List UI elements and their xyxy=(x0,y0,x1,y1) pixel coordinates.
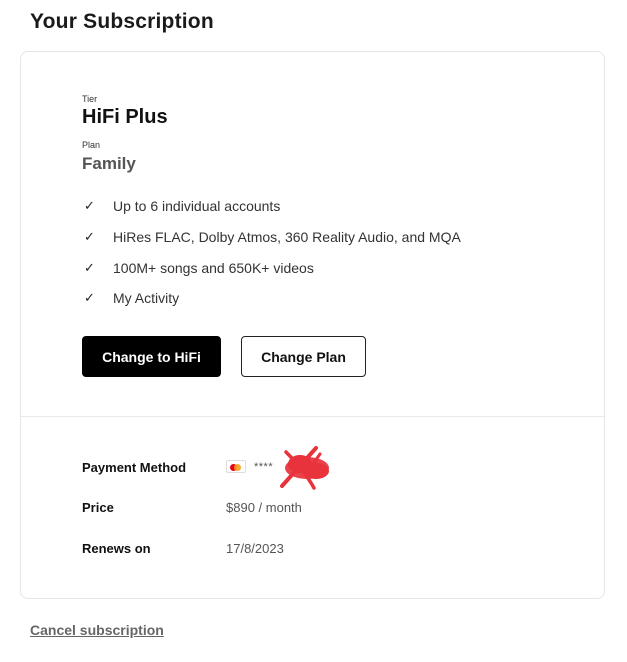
feature-text: My Activity xyxy=(113,290,180,307)
check-icon: ✓ xyxy=(84,259,95,275)
plan-name: Family xyxy=(82,154,136,173)
price-label: Price xyxy=(82,500,114,515)
price-value: $890 / month xyxy=(226,500,302,515)
plan-section: Tier HiFi Plus Plan Family ✓ Up to 6 ind… xyxy=(21,52,604,417)
feature-list: ✓ Up to 6 individual accounts ✓ HiRes FL… xyxy=(84,191,461,314)
feature-text: HiRes FLAC, Dolby Atmos, 360 Reality Aud… xyxy=(113,229,461,246)
check-icon: ✓ xyxy=(84,290,95,306)
feature-item: ✓ HiRes FLAC, Dolby Atmos, 360 Reality A… xyxy=(84,222,461,253)
feature-text: 100M+ songs and 650K+ videos xyxy=(113,259,314,276)
cancel-subscription-link[interactable]: Cancel subscription xyxy=(30,622,164,638)
feature-item: ✓ My Activity xyxy=(84,283,461,314)
redaction-scribble xyxy=(280,446,329,490)
renews-on-value: 17/8/2023 xyxy=(226,541,284,556)
check-icon: ✓ xyxy=(84,198,95,214)
check-icon: ✓ xyxy=(84,229,95,245)
page-title: Your Subscription xyxy=(30,10,214,33)
plan-label: Plan xyxy=(82,140,101,150)
tier-label: Tier xyxy=(82,94,98,104)
change-to-hifi-button[interactable]: Change to HiFi xyxy=(82,336,221,377)
payment-method-label: Payment Method xyxy=(82,460,187,475)
payment-method-value: **** xyxy=(226,460,273,473)
feature-text: Up to 6 individual accounts xyxy=(113,198,281,215)
mastercard-icon xyxy=(226,460,246,473)
masked-card-number: **** xyxy=(254,460,274,473)
feature-item: ✓ Up to 6 individual accounts xyxy=(84,191,461,222)
change-plan-button[interactable]: Change Plan xyxy=(241,336,366,377)
feature-item: ✓ 100M+ songs and 650K+ videos xyxy=(84,252,461,283)
subscription-card: Tier HiFi Plus Plan Family ✓ Up to 6 ind… xyxy=(20,51,605,599)
tier-name: HiFi Plus xyxy=(82,106,168,128)
renews-on-label: Renews on xyxy=(82,541,151,556)
